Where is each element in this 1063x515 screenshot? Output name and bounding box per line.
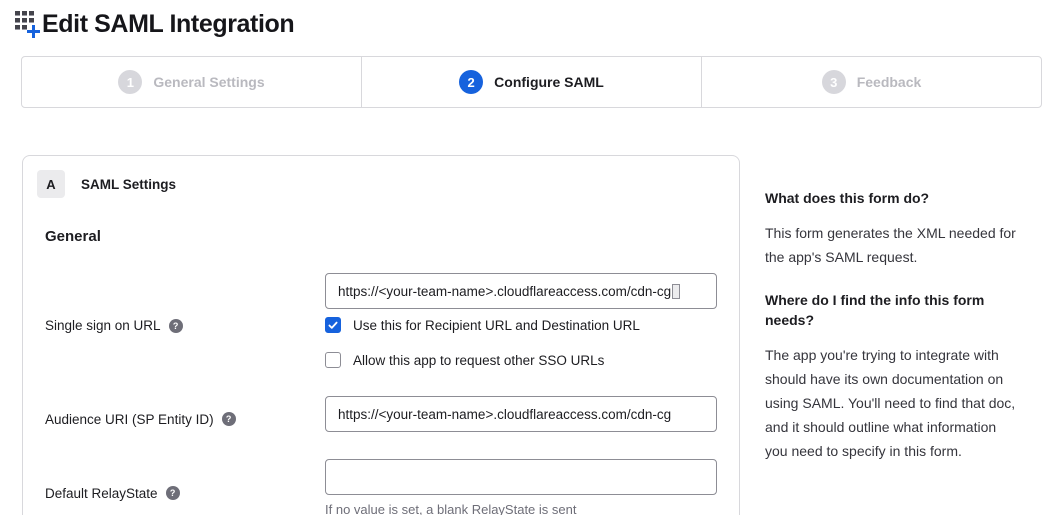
recipient-url-checkbox-row: Use this for Recipient URL and Destinati… (325, 317, 717, 333)
step-tab-general-settings[interactable]: 1 General Settings (22, 57, 361, 107)
default-relaystate-row: Default RelayState ? If no value is set,… (45, 459, 739, 515)
general-group-heading: General (45, 228, 739, 245)
step-number-badge: 1 (118, 70, 142, 94)
default-relaystate-input[interactable] (325, 459, 717, 495)
audience-uri-label: Audience URI (SP Entity ID) ? (45, 396, 325, 432)
add-application-grid-icon (15, 11, 39, 38)
single-sign-on-url-input[interactable]: https://<your-team-name>.cloudflareacces… (325, 273, 717, 309)
contextual-help-panel: What does this form do? This form genera… (765, 188, 1018, 484)
help-question-1: What does this form do? (765, 188, 1018, 208)
main-content: A SAML Settings General Single sign on U… (0, 155, 1063, 515)
help-answer-2: The app you're trying to integrate with … (765, 343, 1018, 463)
page-title: Edit SAML Integration (42, 10, 294, 39)
text-cursor (672, 284, 680, 299)
other-sso-checkbox-row: Allow this app to request other SSO URLs (325, 352, 717, 368)
section-title: SAML Settings (81, 177, 176, 192)
recipient-url-checkbox[interactable] (325, 317, 341, 333)
step-number-badge: 2 (459, 70, 483, 94)
input-text: https://<your-team-name>.cloudflareacces… (338, 284, 671, 299)
help-icon[interactable]: ? (222, 412, 236, 426)
step-tab-configure-saml[interactable]: 2 Configure SAML (361, 57, 701, 107)
help-icon[interactable]: ? (169, 319, 183, 333)
default-relaystate-label: Default RelayState ? (45, 459, 325, 515)
help-icon[interactable]: ? (166, 486, 180, 500)
page-header: Edit SAML Integration (0, 0, 1063, 39)
checkmark-icon (327, 319, 339, 331)
single-sign-on-url-row: Single sign on URL ? https://<your-team-… (45, 273, 739, 368)
other-sso-checkbox[interactable] (325, 352, 341, 368)
relaystate-helper-text: If no value is set, a blank RelayState i… (325, 502, 717, 515)
help-answer-1: This form generates the XML needed for t… (765, 221, 1018, 269)
saml-settings-card: A SAML Settings General Single sign on U… (22, 155, 740, 515)
section-a-badge: A (37, 170, 65, 198)
section-header: A SAML Settings (23, 156, 739, 198)
single-sign-on-url-label: Single sign on URL ? (45, 273, 325, 368)
step-tab-feedback[interactable]: 3 Feedback (701, 57, 1041, 107)
step-label: Configure SAML (494, 74, 604, 90)
help-question-2: Where do I find the info this form needs… (765, 290, 1018, 330)
step-label: Feedback (857, 74, 922, 90)
step-label: General Settings (153, 74, 264, 90)
audience-uri-row: Audience URI (SP Entity ID) ? https://<y… (45, 396, 739, 432)
recipient-url-checkbox-label: Use this for Recipient URL and Destinati… (353, 318, 640, 333)
input-text: https://<your-team-name>.cloudflareacces… (338, 407, 671, 422)
wizard-step-bar: 1 General Settings 2 Configure SAML 3 Fe… (21, 56, 1042, 108)
other-sso-checkbox-label: Allow this app to request other SSO URLs (353, 353, 604, 368)
audience-uri-input[interactable]: https://<your-team-name>.cloudflareacces… (325, 396, 717, 432)
plus-icon (27, 25, 40, 38)
step-number-badge: 3 (822, 70, 846, 94)
